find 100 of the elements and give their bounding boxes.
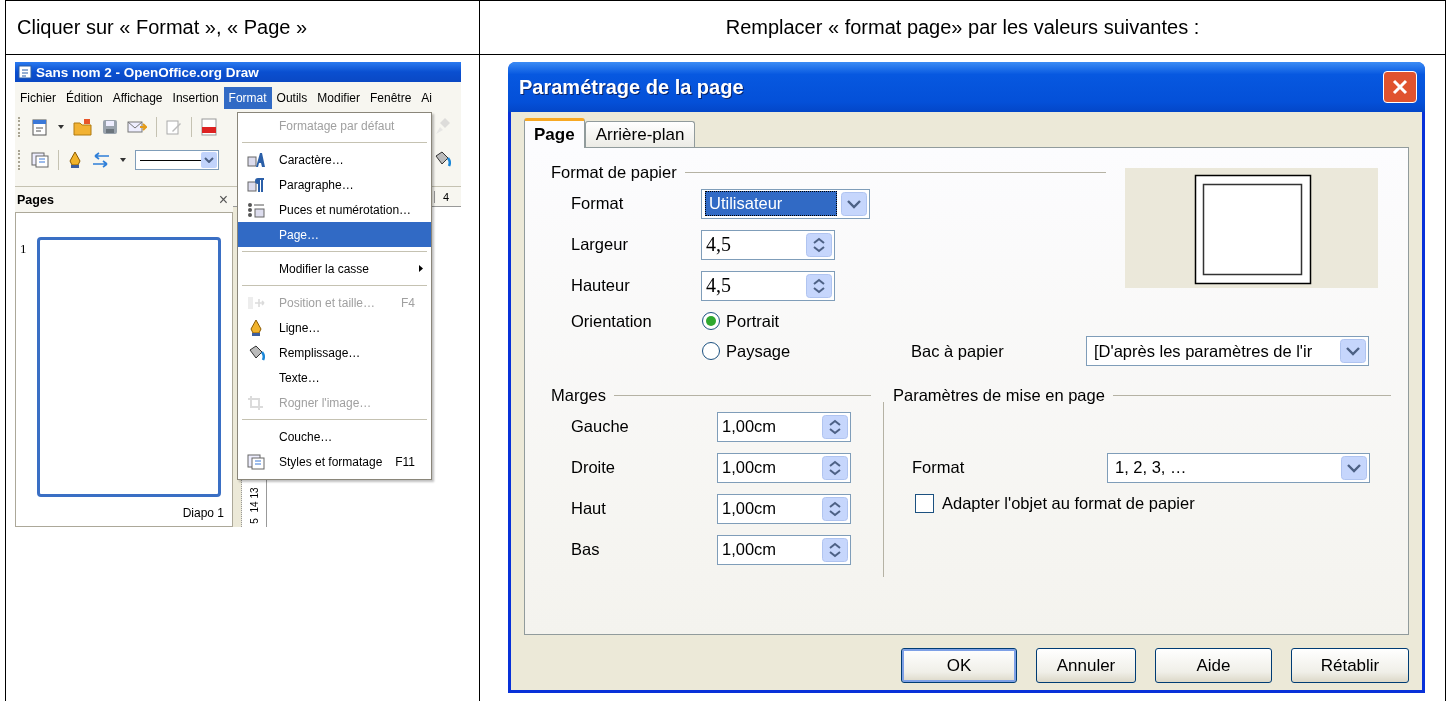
instruction-text: Cliquer sur « Format », « Page » (17, 16, 308, 38)
pdf-icon (201, 118, 217, 136)
dialog-button[interactable]: Aide (1155, 648, 1272, 683)
dialog-button[interactable]: Rétablir (1291, 648, 1409, 683)
line-icon (140, 158, 202, 162)
paragraph-icon (246, 176, 265, 193)
spin-arrows-icon (822, 496, 848, 521)
field-label: Orientation (571, 311, 653, 331)
spin-arrows-icon (806, 232, 832, 257)
shortcut-label: F4 (401, 295, 415, 310)
tab[interactable]: Page (524, 118, 585, 148)
numbering-dropdown[interactable]: 1, 2, 3, … (1107, 452, 1370, 483)
pen-icon (68, 151, 82, 169)
margin-spin-field[interactable]: 1,00cm (717, 493, 851, 524)
field-label: Haut (571, 499, 607, 518)
arrows-icon (91, 152, 111, 168)
dialog-button[interactable]: Annuler (1036, 648, 1136, 683)
checkbox-icon (915, 493, 934, 513)
menu-item[interactable]: Édition (61, 87, 108, 109)
height-spin-field[interactable]: 4,5 (701, 270, 835, 301)
move-arrows-icon (246, 294, 265, 311)
menu-item[interactable]: Fenêtre (364, 87, 417, 109)
field-label: Bas (571, 540, 601, 559)
close-button[interactable] (1383, 71, 1417, 103)
menu-item[interactable]: Fichier (15, 87, 61, 109)
toolbar-grip[interactable] (18, 150, 22, 170)
styles-icon (31, 152, 49, 168)
menu-item[interactable]: Format (223, 87, 272, 109)
margin-spin-field[interactable]: 1,00cm (717, 411, 851, 442)
dialog-button[interactable]: OK (901, 648, 1017, 683)
menu-entry[interactable]: Texte… (238, 365, 431, 390)
menu-item[interactable]: Modifier (312, 87, 365, 109)
caret-icon (58, 125, 64, 129)
line-style-dropdown[interactable] (135, 150, 219, 170)
bullet-list-icon (246, 201, 265, 218)
menu-item[interactable]: Insertion (167, 87, 224, 109)
margin-spin-field[interactable]: 1,00cm (717, 534, 851, 565)
menu-entry[interactable]: Styles et formatage F11 (238, 449, 431, 474)
spin-arrows-icon (822, 414, 848, 439)
dialog-title: Paramétrage de la page (519, 75, 745, 99)
panel-title: Pages (17, 192, 54, 207)
menu-item[interactable]: Ai (416, 87, 437, 109)
checkbox[interactable]: Adapter l'objet au format de papier (913, 493, 1195, 513)
ruler-number: 14 (248, 500, 260, 514)
spin-arrows-icon (822, 537, 848, 562)
spin-arrows-icon (806, 273, 832, 298)
field-label: Format (571, 194, 625, 213)
field-label: Droite (571, 458, 616, 477)
menu-item[interactable]: Affichage (107, 87, 168, 109)
section-heading: Format de papier (551, 162, 677, 182)
menu-entry[interactable]: Couche… (238, 424, 431, 449)
radio-button[interactable]: Paysage (701, 341, 911, 361)
styles-icon (246, 453, 265, 470)
brush-icon (435, 116, 451, 135)
menu-item[interactable]: Outils (271, 87, 313, 109)
menu-entry[interactable]: Remplissage… (238, 340, 431, 365)
ruler-number: 4 (433, 190, 449, 203)
menu-entry[interactable]: Caractère… (238, 147, 431, 172)
field-label: Format (912, 458, 966, 477)
ruler-number: 5 (248, 517, 260, 526)
format-dropdown[interactable]: Utilisateur (701, 188, 870, 219)
mail-icon (127, 120, 147, 134)
shortcut-label: F11 (395, 454, 415, 469)
menu-entry[interactable]: Modifier la casse (238, 256, 431, 281)
close-button[interactable]: × (218, 190, 228, 209)
toolbar-grip[interactable] (18, 117, 22, 137)
paint-bucket-icon (433, 149, 451, 168)
crop-icon (246, 394, 265, 411)
edit-icon (166, 119, 182, 135)
margin-spin-field[interactable]: 1,00cm (717, 452, 851, 483)
field-label: Bac à papier (911, 341, 1005, 361)
menu-entry[interactable]: Paragraphe… (238, 172, 431, 197)
folder-icon (73, 118, 93, 136)
section-heading: Paramètres de mise en page (893, 385, 1105, 405)
page-thumbnail[interactable] (37, 237, 221, 497)
chevron-icon (1341, 455, 1367, 480)
radio-button[interactable]: Portrait (701, 311, 911, 331)
page-number: 1 (20, 241, 28, 257)
new-document-icon (31, 118, 49, 136)
section-heading: Marges (551, 385, 607, 405)
menu-entry[interactable]: Ligne… (238, 315, 431, 340)
width-spin-field[interactable]: 4,5 (701, 229, 835, 260)
document-icon (18, 65, 32, 79)
close-icon (1391, 78, 1409, 96)
field-label: Hauteur (571, 276, 631, 295)
window-title: Sans nom 2 - OpenOffice.org Draw (36, 64, 259, 80)
instruction-text: Remplacer « format page» par les valeurs suivantes : (725, 16, 1200, 38)
chevron-icon (841, 191, 867, 216)
pen-icon (248, 318, 263, 337)
field-label: Largeur (571, 235, 629, 254)
character-format-icon (246, 151, 265, 168)
paper-tray-dropdown[interactable]: [D'après les paramètres de l'ir (1086, 336, 1369, 366)
menu-entry[interactable]: Page… (238, 222, 431, 247)
tab[interactable]: Arrière-plan (584, 121, 696, 147)
caret-icon (120, 158, 126, 162)
page-name: Diapo 1 (181, 506, 224, 520)
menu-entry[interactable]: Puces et numérotation… (238, 197, 431, 222)
ruler-number: 13 (248, 486, 260, 500)
field-label: Gauche (571, 417, 630, 436)
chevron-icon (204, 157, 215, 163)
